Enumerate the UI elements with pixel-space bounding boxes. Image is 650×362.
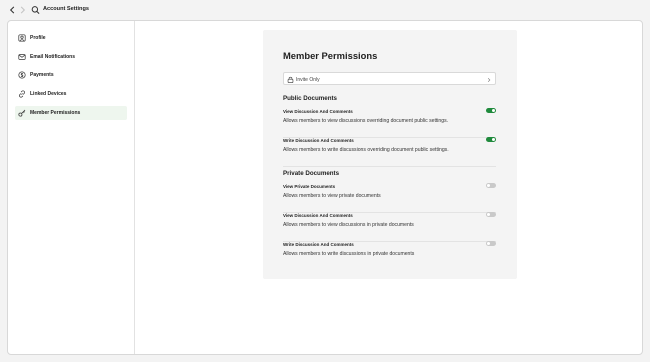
permission-title: View Discussion And Comments <box>283 213 353 218</box>
permission-description: Allows members to view discussions in pr… <box>283 222 414 228</box>
permission-toggle[interactable] <box>486 212 496 217</box>
sidebar-item-label: Email Notifications <box>30 54 76 60</box>
permission-title: Write Discussion And Comments <box>283 138 354 143</box>
toggle-knob <box>491 137 496 142</box>
sidebar-item-profile[interactable]: Profile <box>15 31 127 45</box>
sidebar-item-label: Member Permissions <box>30 110 81 116</box>
user-square-icon <box>18 34 26 42</box>
access-level-value: Invite Only <box>296 77 320 83</box>
permission-row: View Discussion And Comments Allows memb… <box>283 212 496 242</box>
chevron-right-icon <box>487 77 491 82</box>
permission-row: Write Discussion And Comments Allows mem… <box>283 137 496 167</box>
permission-toggle[interactable] <box>486 183 496 188</box>
permission-row: View Private Documents Allows members to… <box>283 183 496 213</box>
section-heading: Member Permissions <box>283 50 378 61</box>
search-icon[interactable] <box>31 5 40 15</box>
sidebar-item-member-permissions[interactable]: Member Permissions <box>15 106 127 120</box>
toggle-knob <box>486 212 491 217</box>
private-documents-heading: Private Documents <box>283 170 340 177</box>
sidebar-item-payments[interactable]: Payments <box>15 68 127 82</box>
lock-icon <box>287 76 294 83</box>
permission-row: View Discussion And Comments Allows memb… <box>283 108 496 138</box>
top-bar: Account Settings <box>0 0 650 20</box>
main-content: Member Permissions Invite Only Public Do… <box>136 21 642 354</box>
page-title: Account Settings <box>43 6 89 12</box>
permission-description: Allows members to view private documents <box>283 193 381 199</box>
key-icon <box>18 109 26 117</box>
public-documents-heading: Public Documents <box>283 95 337 102</box>
toggle-knob <box>486 183 491 188</box>
permission-description: Allows members to write discussions over… <box>283 147 449 153</box>
permission-title: Write Discussion And Comments <box>283 242 354 247</box>
chevron-right-icon[interactable] <box>18 5 27 15</box>
dollar-circle-icon <box>18 71 26 79</box>
permission-toggle[interactable] <box>486 241 496 246</box>
permission-toggle[interactable] <box>486 137 496 142</box>
chevron-left-icon[interactable] <box>8 5 17 15</box>
sidebar-item-email-notifications[interactable]: Email Notifications <box>15 50 127 64</box>
sidebar-item-label: Payments <box>30 72 54 78</box>
link-icon <box>19 90 25 98</box>
sidebar-item-label: Profile <box>30 35 46 41</box>
toggle-knob <box>491 108 496 113</box>
toggle-knob <box>486 241 491 246</box>
permission-toggle[interactable] <box>486 108 496 113</box>
permission-description: Allows members to view discussions overr… <box>283 118 449 124</box>
sidebar: Profile Email Notifications Payments Lin… <box>8 21 135 354</box>
permission-title: View Private Documents <box>283 184 336 189</box>
envelope-icon <box>18 54 26 60</box>
permission-row: Write Discussion And Comments Allows mem… <box>283 241 496 271</box>
permission-description: Allows members to write discussions in p… <box>283 251 415 257</box>
access-level-select[interactable]: Invite Only <box>283 72 496 85</box>
sidebar-item-linked-devices[interactable]: Linked Devices <box>15 87 127 101</box>
permissions-card: Member Permissions Invite Only Public Do… <box>263 30 517 279</box>
settings-window: Profile Email Notifications Payments Lin… <box>7 20 643 355</box>
permission-title: View Discussion And Comments <box>283 109 353 114</box>
sidebar-item-label: Linked Devices <box>30 91 67 97</box>
